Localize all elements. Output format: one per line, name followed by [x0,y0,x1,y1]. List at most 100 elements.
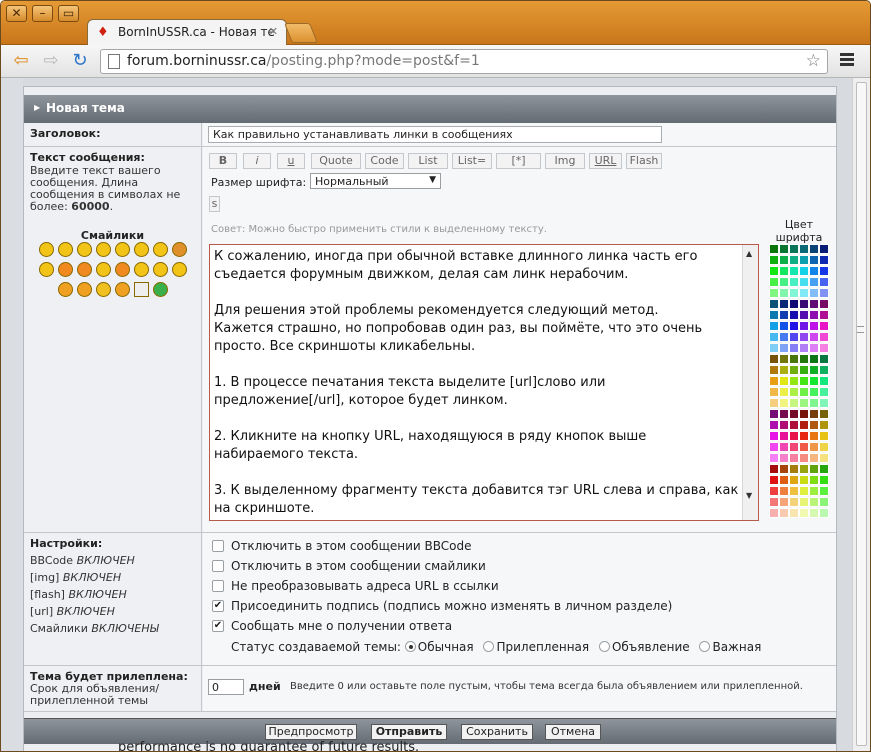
color-swatch[interactable] [789,255,799,265]
color-swatch[interactable] [809,255,819,265]
blank-icon[interactable] [134,282,149,297]
disable-smilies-checkbox[interactable] [212,560,224,572]
color-swatch[interactable] [799,299,809,309]
color-palette[interactable] [769,244,829,521]
color-swatch[interactable] [799,475,809,485]
color-swatch[interactable] [769,299,779,309]
color-swatch[interactable] [789,277,799,287]
color-swatch[interactable] [799,310,809,320]
color-swatch[interactable] [769,442,779,452]
disable-bbcode-checkbox[interactable] [212,540,224,552]
color-swatch[interactable] [769,255,779,265]
color-swatch[interactable] [789,310,799,320]
color-swatch[interactable] [769,266,779,276]
color-swatch[interactable] [779,464,789,474]
color-swatch[interactable] [799,255,809,265]
color-swatch[interactable] [799,244,809,254]
color-swatch[interactable] [789,387,799,397]
color-swatch[interactable] [809,453,819,463]
url-button[interactable]: URL [589,153,622,169]
flash-button[interactable]: Flash [626,153,662,169]
color-swatch[interactable] [769,409,779,419]
color-swatch[interactable] [789,431,799,441]
color-swatch[interactable] [799,343,809,353]
color-swatch[interactable] [779,255,789,265]
window-minimize-button[interactable]: – [32,5,53,22]
color-swatch[interactable] [809,288,819,298]
color-swatch[interactable] [809,387,819,397]
color-swatch[interactable] [779,442,789,452]
color-swatch[interactable] [819,409,829,419]
color-swatch[interactable] [799,277,809,287]
address-bar[interactable]: forum.borninussr.ca/posting.php?mode=pos… [100,49,828,74]
list-item-button[interactable]: [*] [496,153,541,169]
preview-button[interactable]: Предпросмотр [265,724,357,740]
question-icon[interactable] [77,282,92,297]
smiley-icon[interactable] [58,262,73,277]
quote-button[interactable]: Quote [311,153,361,169]
italic-button[interactable]: i [243,153,271,169]
color-swatch[interactable] [809,431,819,441]
reload-icon[interactable]: ↻ [68,50,92,72]
color-swatch[interactable] [809,266,819,276]
color-swatch[interactable] [799,398,809,408]
color-swatch[interactable] [769,475,779,485]
smiley-icon[interactable] [153,262,168,277]
color-swatch[interactable] [779,475,789,485]
color-swatch[interactable] [819,420,829,430]
color-swatch[interactable] [779,321,789,331]
bold-button[interactable]: B [209,153,237,169]
color-swatch[interactable] [779,354,789,364]
color-swatch[interactable] [799,453,809,463]
color-swatch[interactable] [819,497,829,507]
color-swatch[interactable] [799,409,809,419]
color-swatch[interactable] [789,354,799,364]
tab-close-icon[interactable]: ✕ [269,25,278,38]
color-swatch[interactable] [809,244,819,254]
color-swatch[interactable] [769,508,779,518]
smiley-icon[interactable] [134,242,149,257]
smiley-icon[interactable] [115,242,130,257]
smiley-icon[interactable] [96,242,111,257]
scroll-down-icon[interactable]: ▼ [746,491,752,500]
page-scrollbar[interactable] [852,78,870,751]
smiley-icon[interactable] [172,242,187,257]
color-swatch[interactable] [819,486,829,496]
smiley-icon[interactable] [115,262,130,277]
color-swatch[interactable] [809,409,819,419]
save-button[interactable]: Сохранить [461,724,533,740]
color-swatch[interactable] [819,321,829,331]
browser-tab[interactable]: ♦ BornInUSSR.ca - Новая те ✕ [87,19,287,45]
color-swatch[interactable] [789,453,799,463]
color-swatch[interactable] [769,244,779,254]
color-swatch[interactable] [809,486,819,496]
color-swatch[interactable] [799,420,809,430]
color-swatch[interactable] [779,453,789,463]
color-swatch[interactable] [789,464,799,474]
smiley-icon[interactable] [77,262,92,277]
color-swatch[interactable] [819,288,829,298]
color-swatch[interactable] [819,508,829,518]
color-swatch[interactable] [769,277,779,287]
color-swatch[interactable] [779,277,789,287]
color-swatch[interactable] [819,431,829,441]
color-swatch[interactable] [779,244,789,254]
color-swatch[interactable] [789,266,799,276]
color-swatch[interactable] [789,486,799,496]
smiley-icon[interactable] [96,262,111,277]
smiley-icon[interactable] [39,262,54,277]
color-swatch[interactable] [789,420,799,430]
back-arrow-icon[interactable]: ⇦ [9,50,33,72]
smiley-icon[interactable] [77,242,92,257]
sticky-days-input[interactable]: 0 [208,679,244,695]
topic-sticky-radio[interactable] [483,641,495,652]
color-swatch[interactable] [769,310,779,320]
attach-signature-checkbox[interactable]: ✔ [212,600,224,612]
color-swatch[interactable] [809,299,819,309]
code-button[interactable]: Code [365,153,404,169]
color-swatch[interactable] [799,431,809,441]
color-swatch[interactable] [769,288,779,298]
message-textarea[interactable]: К сожалению, иногда при обычной вставке … [209,244,759,521]
color-swatch[interactable] [769,332,779,342]
color-swatch[interactable] [789,442,799,452]
